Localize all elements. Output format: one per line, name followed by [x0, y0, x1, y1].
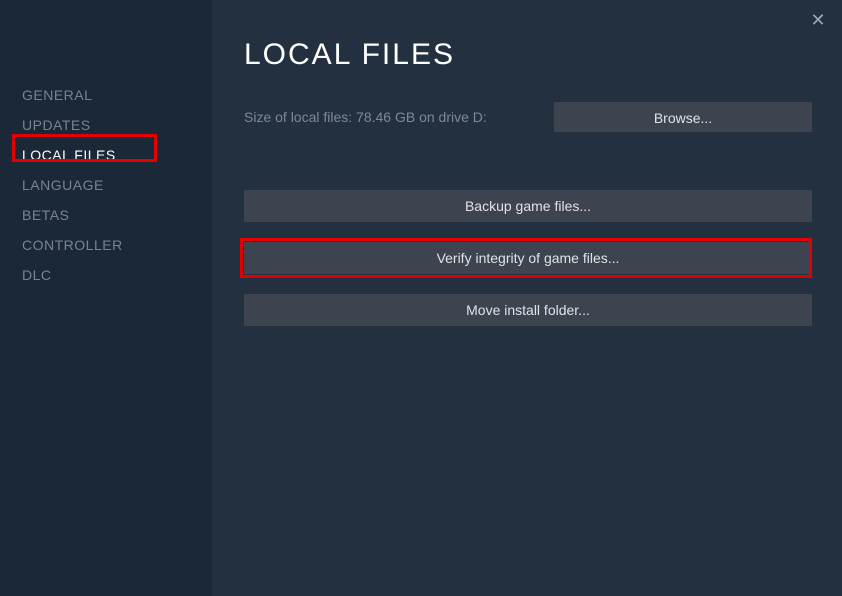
buttons-block: Backup game files... Verify integrity of…: [244, 190, 812, 346]
sidebar-item-betas[interactable]: BETAS: [22, 200, 212, 230]
sidebar-item-general[interactable]: GENERAL: [22, 80, 212, 110]
sidebar: GENERAL UPDATES LOCAL FILES LANGUAGE BET…: [0, 0, 212, 596]
annotation-sidebar-highlight: [12, 134, 157, 162]
main-panel: ✕ LOCAL FILES Size of local files: 78.46…: [212, 0, 842, 596]
close-button[interactable]: ✕: [808, 10, 828, 30]
move-folder-button[interactable]: Move install folder...: [244, 294, 812, 326]
sidebar-item-language[interactable]: LANGUAGE: [22, 170, 212, 200]
annotation-verify-highlight: [240, 238, 812, 278]
browse-button[interactable]: Browse...: [554, 102, 812, 132]
close-icon: ✕: [810, 10, 825, 31]
size-text: Size of local files: 78.46 GB on drive D…: [244, 109, 487, 125]
sidebar-item-dlc[interactable]: DLC: [22, 260, 212, 290]
size-row: Size of local files: 78.46 GB on drive D…: [244, 102, 812, 132]
sidebar-item-controller[interactable]: CONTROLLER: [22, 230, 212, 260]
backup-button[interactable]: Backup game files...: [244, 190, 812, 222]
page-title: LOCAL FILES: [244, 38, 812, 72]
